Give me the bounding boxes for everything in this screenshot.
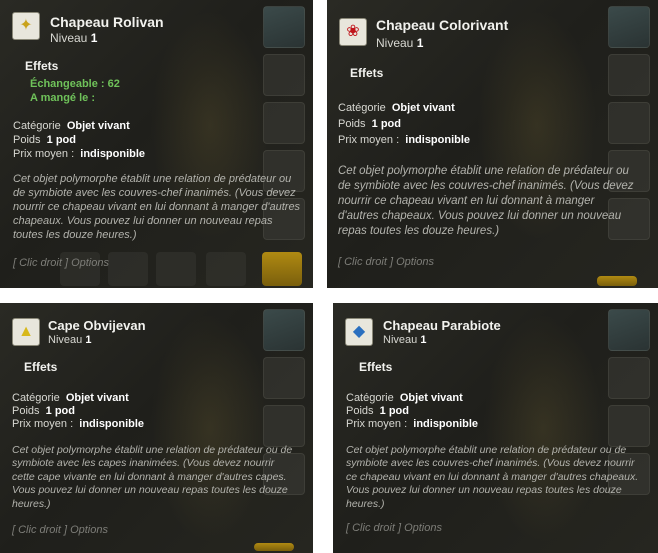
tooltip-panel-colorivant: ❀ Chapeau Colorivant Niveau 1 Effets Cat… xyxy=(327,0,658,288)
item-name: Cape Obvijevan xyxy=(48,318,146,333)
item-category: Catégorie Objet vivant xyxy=(346,392,463,404)
item-price: Prix moyen : indisponible xyxy=(13,148,146,160)
effects-heading: Effets xyxy=(25,59,59,73)
item-category: Catégorie Objet vivant xyxy=(13,120,130,132)
item-price: Prix moyen : indisponible xyxy=(346,418,479,430)
item-tooltip: ❀ Chapeau Colorivant Niveau 1 Effets Cat… xyxy=(327,0,658,288)
tooltip-panel-rolivan: ✦ Chapeau Rolivan Niveau 1 Effets Échang… xyxy=(0,0,313,288)
effect-tradeable: Échangeable : 62 xyxy=(30,78,120,90)
tooltip-panel-parabiote: ◆ Chapeau Parabiote Niveau 1 Effets Caté… xyxy=(333,303,658,553)
item-name: Chapeau Colorivant xyxy=(376,17,509,33)
right-click-options-hint: [ Clic droit ] Options xyxy=(338,256,434,268)
item-weight: Poids 1 pod xyxy=(346,405,409,417)
right-click-options-hint: [ Clic droit ] Options xyxy=(12,524,108,536)
effects-heading: Effets xyxy=(24,360,58,374)
golden-stick-icon: ✦ xyxy=(12,12,40,40)
item-description: Cet objet polymorphe établit une relatio… xyxy=(13,173,301,241)
effect-last-fed: A mangé le : xyxy=(30,92,95,104)
item-tooltip: ✦ Chapeau Rolivan Niveau 1 Effets Échang… xyxy=(0,0,313,288)
item-level: Niveau 1 xyxy=(383,334,427,346)
yellow-cape-icon: ▲ xyxy=(12,318,40,346)
item-description: Cet objet polymorphe établit une relatio… xyxy=(346,444,639,510)
effects-heading: Effets xyxy=(359,360,393,374)
item-price: Prix moyen : indisponible xyxy=(338,134,471,146)
item-weight: Poids 1 pod xyxy=(338,118,401,130)
item-level: Niveau 1 xyxy=(50,31,98,45)
item-tooltip: ◆ Chapeau Parabiote Niveau 1 Effets Caté… xyxy=(333,303,658,553)
tooltip-panel-obvijevan: ▲ Cape Obvijevan Niveau 1 Effets Catégor… xyxy=(0,303,313,553)
red-bow-icon: ❀ xyxy=(339,18,367,46)
item-level: Niveau 1 xyxy=(376,36,424,50)
item-category: Catégorie Objet vivant xyxy=(12,392,129,404)
item-tooltip: ▲ Cape Obvijevan Niveau 1 Effets Catégor… xyxy=(0,303,313,553)
item-name: Chapeau Rolivan xyxy=(50,14,164,30)
blue-rabbit-icon: ◆ xyxy=(345,318,373,346)
effects-heading: Effets xyxy=(350,66,384,80)
item-name: Chapeau Parabiote xyxy=(383,318,501,333)
item-level: Niveau 1 xyxy=(48,334,92,346)
right-click-options-hint: [ Clic droit ] Options xyxy=(13,257,109,269)
right-click-options-hint: [ Clic droit ] Options xyxy=(346,522,442,534)
item-price: Prix moyen : indisponible xyxy=(12,418,145,430)
item-description: Cet objet polymorphe établit une relatio… xyxy=(338,165,634,237)
item-category: Catégorie Objet vivant xyxy=(338,102,455,114)
item-weight: Poids 1 pod xyxy=(12,405,75,417)
item-weight: Poids 1 pod xyxy=(13,134,76,146)
item-description: Cet objet polymorphe établit une relatio… xyxy=(12,444,293,510)
